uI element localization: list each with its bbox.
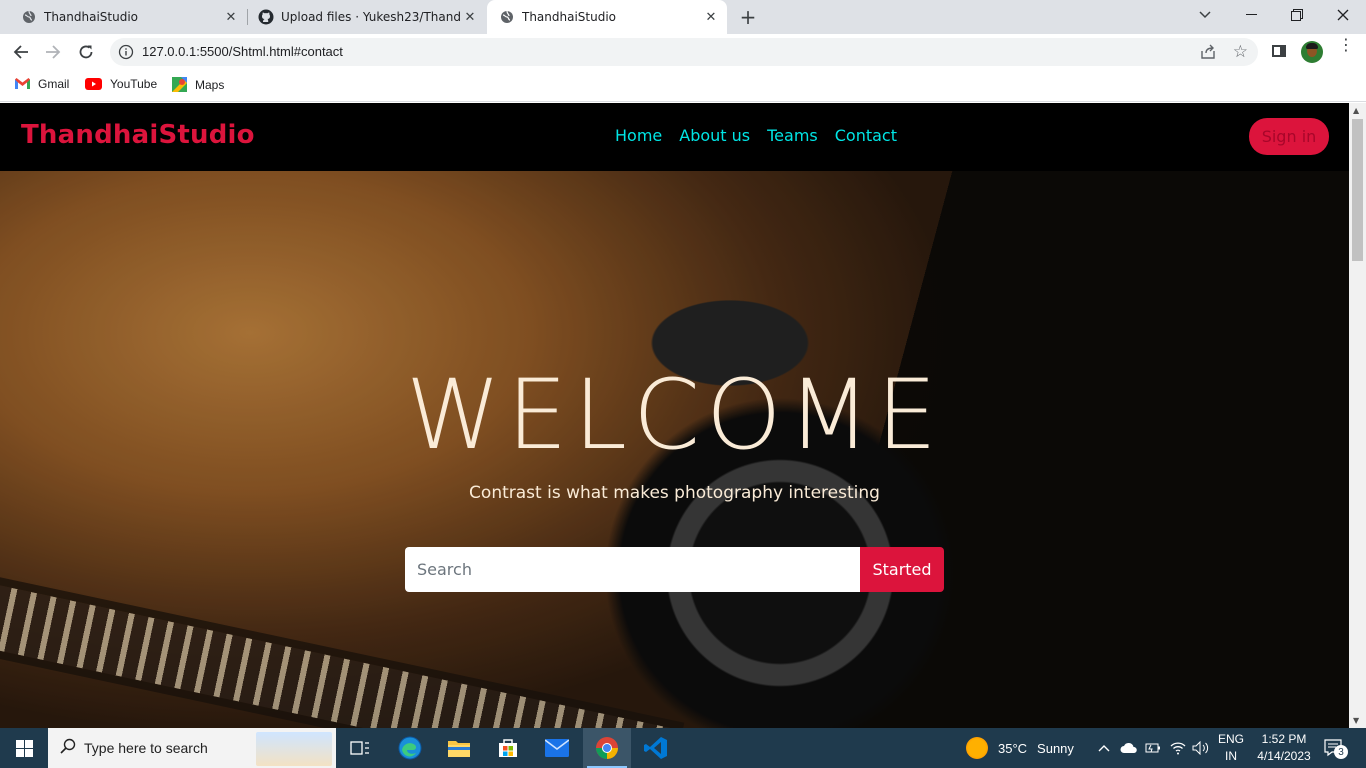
github-icon bbox=[258, 9, 274, 25]
battery-icon[interactable] bbox=[1145, 728, 1161, 768]
hero-heading: WELCOME bbox=[405, 359, 944, 471]
chrome-icon[interactable] bbox=[583, 728, 631, 768]
microsoft-store-icon[interactable] bbox=[484, 728, 532, 768]
hero-search-input[interactable] bbox=[405, 547, 860, 592]
bookmark-star-icon[interactable]: ☆ bbox=[1233, 42, 1248, 62]
globe-icon bbox=[499, 9, 515, 25]
browser-tab-3-active[interactable]: ThandhaiStudio ✕ bbox=[487, 0, 727, 34]
hero-tagline: Contrast is what makes photography inter… bbox=[469, 483, 880, 503]
bookmark-label: YouTube bbox=[110, 77, 158, 91]
maps-icon bbox=[172, 77, 187, 92]
edge-browser-icon[interactable] bbox=[386, 728, 434, 768]
notification-count-badge: 3 bbox=[1334, 745, 1348, 759]
tab-title: Upload files · Yukesh23/Thandhai bbox=[281, 10, 462, 24]
gmail-icon bbox=[15, 78, 30, 90]
tab-strip: ThandhaiStudio ✕ Upload files · Yukesh23… bbox=[0, 0, 1366, 34]
scroll-down-arrow-icon[interactable]: ▼ bbox=[1353, 716, 1359, 725]
nav-link-about[interactable]: About us bbox=[679, 126, 750, 145]
bookmark-label: Gmail bbox=[38, 77, 70, 91]
close-icon[interactable]: ✕ bbox=[703, 9, 719, 25]
clock-date: 4/14/2023 bbox=[1257, 749, 1311, 763]
wifi-icon[interactable] bbox=[1170, 728, 1186, 768]
taskbar-search-placeholder: Type here to search bbox=[84, 740, 208, 756]
minimize-icon[interactable] bbox=[1228, 0, 1274, 30]
page-viewport: ThandhaiStudio Home About us Teams Conta… bbox=[0, 103, 1349, 728]
task-view-icon[interactable] bbox=[336, 728, 384, 768]
system-clock[interactable]: 1:52 PM 4/14/2023 bbox=[1254, 731, 1314, 765]
browser-tab-2[interactable]: Upload files · Yukesh23/Thandhai ✕ bbox=[248, 0, 486, 34]
nav-link-contact[interactable]: Contact bbox=[835, 126, 897, 145]
tab-search-chevron-icon[interactable] bbox=[1182, 0, 1228, 30]
volume-icon[interactable] bbox=[1192, 728, 1210, 768]
new-tab-plus-icon[interactable]: + bbox=[737, 5, 759, 29]
profile-avatar[interactable] bbox=[1301, 41, 1323, 63]
menu-kebab-icon[interactable]: ⋮ bbox=[1338, 37, 1354, 53]
address-url: 127.0.0.1:5500/Shtml.html#contact bbox=[142, 44, 343, 59]
youtube-icon bbox=[85, 78, 102, 90]
window-close-icon[interactable] bbox=[1320, 0, 1366, 30]
address-bar[interactable]: 127.0.0.1:5500/Shtml.html#contact ☆ bbox=[110, 38, 1258, 66]
bookmark-gmail[interactable]: Gmail bbox=[15, 77, 69, 91]
bookmark-maps[interactable]: Maps bbox=[172, 77, 224, 92]
windows-taskbar: Type here to search 35°C Sunny ENG IN 1:… bbox=[0, 728, 1366, 768]
taskbar-search-box[interactable]: Type here to search bbox=[48, 728, 336, 768]
language-indicator[interactable]: ENG IN bbox=[1217, 731, 1245, 765]
reload-icon[interactable] bbox=[73, 39, 99, 65]
weather-temp: 35°C bbox=[998, 740, 1028, 756]
clock-time: 1:52 PM bbox=[1261, 732, 1307, 746]
forward-arrow-icon[interactable] bbox=[40, 39, 66, 65]
search-icon bbox=[60, 738, 76, 758]
close-icon[interactable]: ✕ bbox=[223, 9, 239, 25]
bookmarks-bar: Gmail YouTube Maps bbox=[0, 70, 1366, 102]
nav-link-home[interactable]: Home bbox=[615, 126, 662, 145]
mail-icon[interactable] bbox=[533, 728, 581, 768]
language-code: ENG bbox=[1217, 732, 1244, 746]
tab-title: ThandhaiStudio bbox=[522, 10, 617, 24]
page-scrollbar[interactable]: ▲ ▼ bbox=[1349, 103, 1366, 728]
notification-center-icon[interactable]: 3 bbox=[1324, 739, 1348, 759]
side-panel-icon[interactable] bbox=[1272, 45, 1286, 57]
hidden-icons-chevron-icon[interactable] bbox=[1098, 728, 1110, 768]
weather-widget[interactable]: 35°C Sunny bbox=[966, 728, 1074, 768]
tab-title: ThandhaiStudio bbox=[44, 10, 139, 24]
onedrive-cloud-icon[interactable] bbox=[1120, 728, 1138, 768]
browser-toolbar: 127.0.0.1:5500/Shtml.html#contact ☆ ⋮ bbox=[0, 34, 1366, 70]
nav-link-teams[interactable]: Teams bbox=[767, 126, 818, 145]
bookmark-youtube[interactable]: YouTube bbox=[85, 77, 157, 91]
scroll-thumb[interactable] bbox=[1352, 119, 1363, 261]
back-arrow-icon[interactable] bbox=[8, 39, 34, 65]
search-highlight-illustration-icon bbox=[256, 732, 332, 766]
scroll-up-arrow-icon[interactable]: ▲ bbox=[1353, 106, 1359, 115]
weather-condition: Sunny bbox=[1037, 740, 1074, 756]
share-icon[interactable] bbox=[1200, 44, 1216, 64]
file-explorer-icon[interactable] bbox=[435, 728, 483, 768]
bookmark-label: Maps bbox=[195, 77, 225, 92]
browser-tab-1[interactable]: ThandhaiStudio ✕ bbox=[0, 0, 247, 34]
sign-in-button[interactable]: Sign in bbox=[1249, 118, 1329, 155]
close-icon[interactable]: ✕ bbox=[462, 9, 478, 25]
started-button[interactable]: Started bbox=[860, 547, 944, 592]
globe-icon bbox=[21, 9, 37, 25]
vscode-icon[interactable] bbox=[632, 728, 680, 768]
sunny-weather-icon bbox=[966, 737, 988, 759]
site-navbar: ThandhaiStudio Home About us Teams Conta… bbox=[0, 103, 1349, 171]
nav-menu: Home About us Teams Contact bbox=[615, 126, 897, 145]
hero-search-form: Started bbox=[405, 547, 944, 592]
windows-start-icon[interactable] bbox=[0, 728, 48, 768]
site-logo[interactable]: ThandhaiStudio bbox=[21, 120, 255, 150]
site-info-icon[interactable] bbox=[118, 44, 134, 60]
restore-icon[interactable] bbox=[1274, 0, 1320, 30]
region-code: IN bbox=[1225, 749, 1237, 763]
